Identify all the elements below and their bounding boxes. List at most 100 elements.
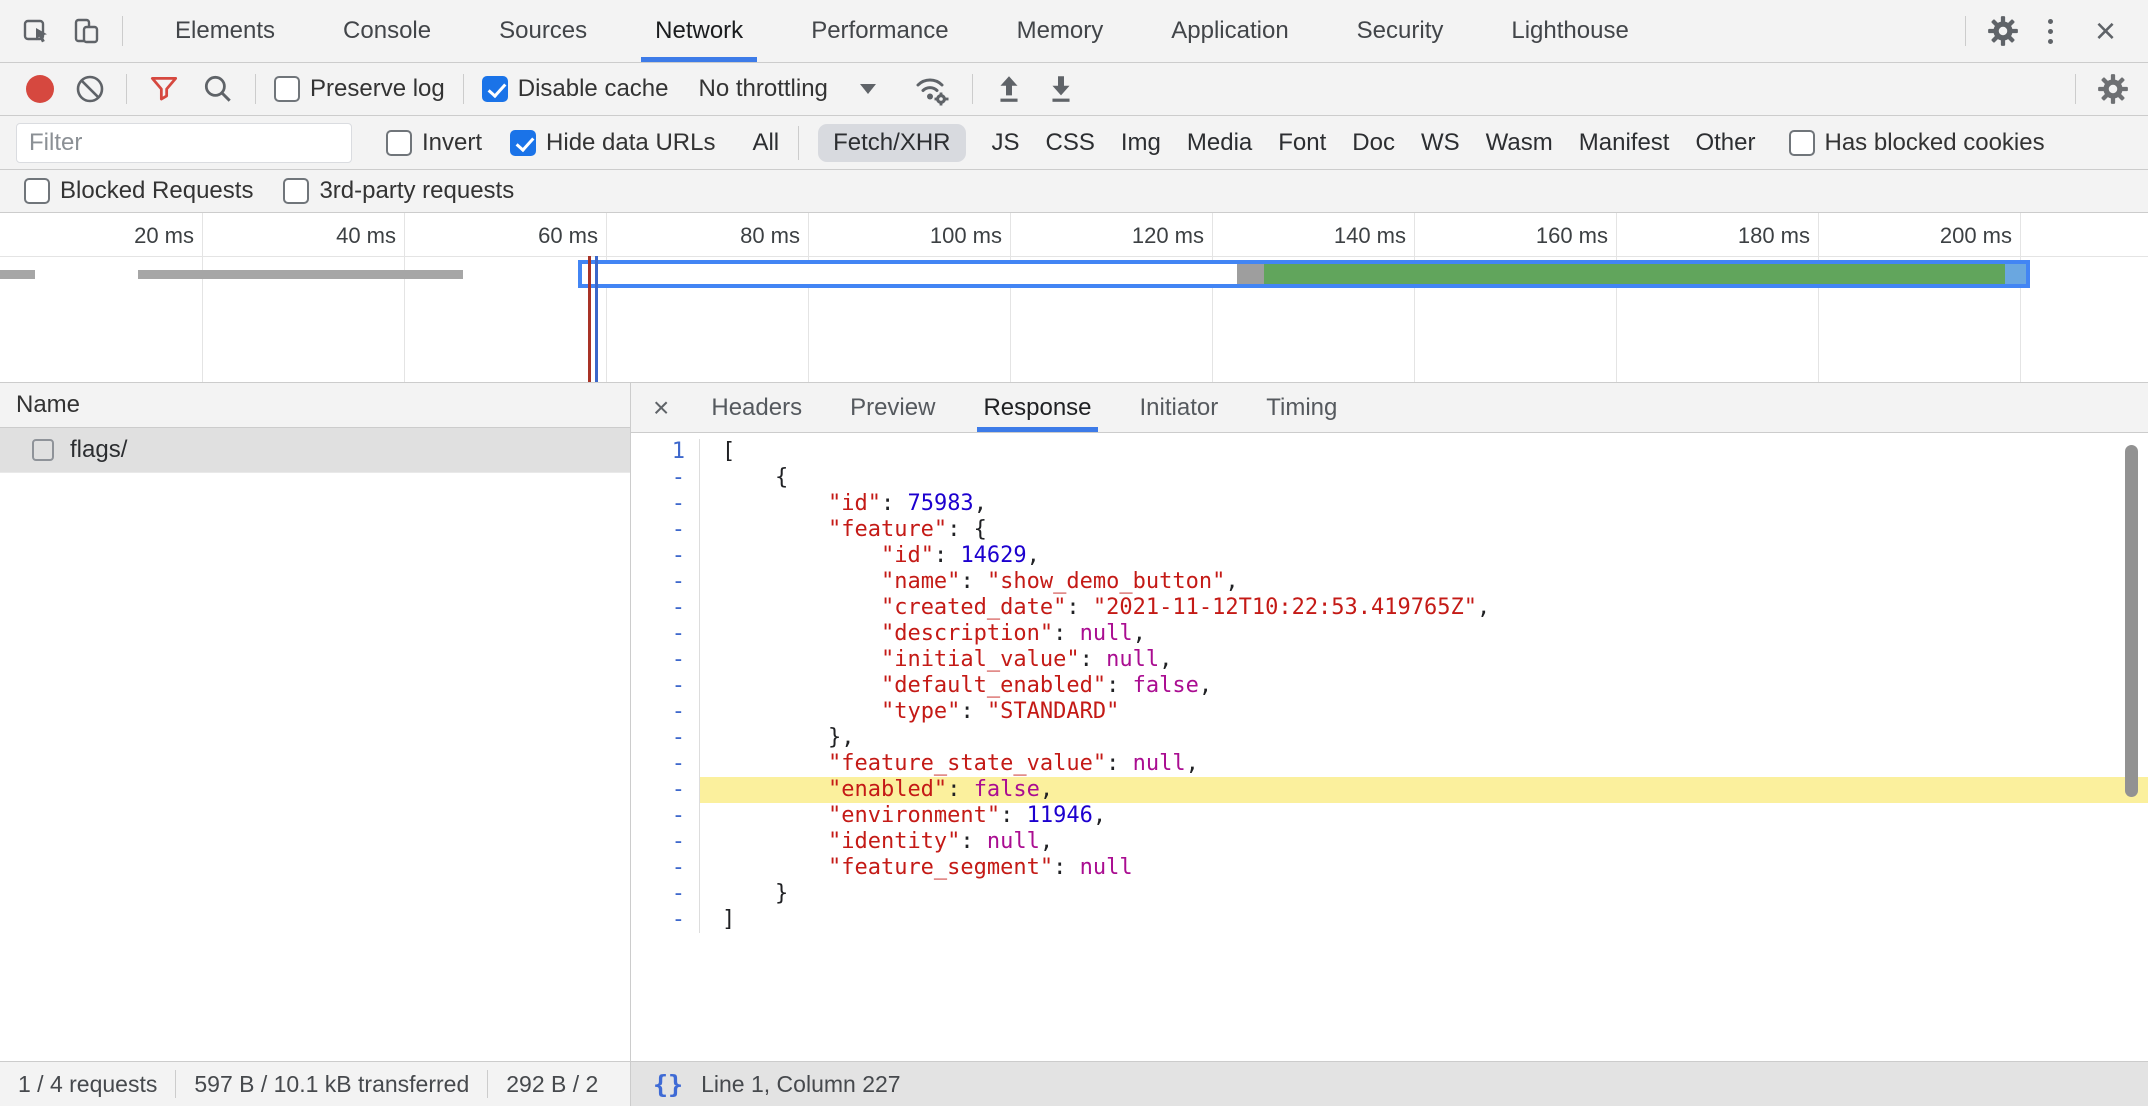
overview-tick-label: 140 ms bbox=[1334, 223, 1406, 249]
search-button[interactable] bbox=[191, 72, 245, 106]
response-code[interactable]: 1[- {- "id": 75983,- "feature": {- "id":… bbox=[631, 433, 2148, 1061]
tab-lighthouse[interactable]: Lighthouse bbox=[1497, 0, 1642, 62]
filter-type-js[interactable]: JS bbox=[992, 129, 1020, 157]
close-details-button[interactable]: × bbox=[635, 394, 687, 422]
export-har-button[interactable] bbox=[1035, 73, 1087, 105]
filter-type-font[interactable]: Font bbox=[1278, 129, 1326, 157]
detail-tab-timing[interactable]: Timing bbox=[1260, 383, 1343, 432]
fold-marker[interactable]: - bbox=[631, 699, 700, 725]
fold-marker[interactable]: - bbox=[631, 673, 700, 699]
detail-tab-response[interactable]: Response bbox=[977, 383, 1097, 432]
device-toolbar-button[interactable] bbox=[62, 16, 112, 46]
tab-security[interactable]: Security bbox=[1343, 0, 1458, 62]
invert-checkbox[interactable] bbox=[386, 130, 412, 156]
tab-application[interactable]: Application bbox=[1157, 0, 1302, 62]
funnel-icon bbox=[147, 72, 181, 106]
tab-performance[interactable]: Performance bbox=[797, 0, 962, 62]
code-line: - "environment": 11946, bbox=[631, 803, 2148, 829]
overview-gridline bbox=[1818, 213, 1819, 382]
tab-console[interactable]: Console bbox=[329, 0, 445, 62]
record-network-log-button[interactable] bbox=[16, 75, 64, 103]
overview-tick-label: 120 ms bbox=[1132, 223, 1204, 249]
divider bbox=[1965, 16, 1966, 46]
network-settings-button[interactable] bbox=[2086, 72, 2148, 106]
code-line: - "identity": null, bbox=[631, 829, 2148, 855]
filter-bar: Invert Hide data URLs AllFetch/XHRJSCSSI… bbox=[0, 116, 2148, 170]
fold-marker[interactable]: - bbox=[631, 569, 700, 595]
fold-marker[interactable]: - bbox=[631, 647, 700, 673]
fold-marker[interactable]: - bbox=[631, 517, 700, 543]
filter-type-other[interactable]: Other bbox=[1695, 129, 1755, 157]
hide-data-urls-label: Hide data URLs bbox=[546, 129, 715, 157]
clear-network-log-button[interactable] bbox=[64, 73, 116, 105]
overview-tick-label: 180 ms bbox=[1738, 223, 1810, 249]
filter-type-doc[interactable]: Doc bbox=[1352, 129, 1395, 157]
filter-type-all[interactable]: All bbox=[752, 129, 779, 157]
request-name: flags/ bbox=[70, 436, 127, 464]
name-column-header[interactable]: Name bbox=[0, 383, 630, 428]
fold-marker[interactable]: - bbox=[631, 881, 700, 907]
filter-type-wasm[interactable]: Wasm bbox=[1486, 129, 1553, 157]
filter-type-img[interactable]: Img bbox=[1121, 129, 1161, 157]
record-icon bbox=[26, 75, 54, 103]
fold-marker[interactable]: - bbox=[631, 803, 700, 829]
import-upload-icon bbox=[993, 73, 1025, 105]
detail-tab-headers[interactable]: Headers bbox=[705, 383, 808, 432]
blocked-requests-checkbox[interactable] bbox=[24, 178, 50, 204]
fold-marker[interactable]: - bbox=[631, 907, 700, 933]
filter-toggle-button[interactable] bbox=[137, 72, 191, 106]
fold-marker[interactable]: - bbox=[631, 855, 700, 881]
fold-marker[interactable]: - bbox=[631, 829, 700, 855]
fold-marker[interactable]: - bbox=[631, 543, 700, 569]
overview-tick-label: 40 ms bbox=[336, 223, 396, 249]
fold-marker[interactable]: - bbox=[631, 751, 700, 777]
code-line: - } bbox=[631, 881, 2148, 907]
disable-cache-checkbox[interactable] bbox=[482, 76, 508, 102]
throttling-select[interactable]: No throttling bbox=[684, 75, 893, 103]
filter-type-manifest[interactable]: Manifest bbox=[1579, 129, 1670, 157]
network-conditions-button[interactable] bbox=[902, 71, 962, 107]
third-party-group: 3rd-party requests bbox=[283, 177, 514, 205]
code-text: "feature_segment": null bbox=[700, 855, 2148, 881]
hide-data-urls-checkbox[interactable] bbox=[510, 130, 536, 156]
fold-marker[interactable]: - bbox=[631, 777, 700, 803]
overview-tick-label: 80 ms bbox=[740, 223, 800, 249]
tab-elements[interactable]: Elements bbox=[161, 0, 289, 62]
code-line: - "enabled": false, bbox=[631, 777, 2148, 803]
filter-input[interactable] bbox=[16, 123, 352, 163]
has-blocked-cookies-group: Has blocked cookies bbox=[1789, 129, 2045, 157]
filter-type-fetch-xhr[interactable]: Fetch/XHR bbox=[818, 124, 965, 162]
has-blocked-cookies-checkbox[interactable] bbox=[1789, 130, 1815, 156]
more-options-button[interactable] bbox=[2030, 19, 2071, 44]
fold-marker[interactable]: - bbox=[631, 725, 700, 751]
line-number[interactable]: 1 bbox=[631, 439, 700, 465]
inspect-element-button[interactable] bbox=[12, 16, 62, 46]
overview[interactable]: 20 ms40 ms60 ms80 ms100 ms120 ms140 ms16… bbox=[0, 213, 2148, 383]
import-har-button[interactable] bbox=[983, 73, 1035, 105]
tab-memory[interactable]: Memory bbox=[1003, 0, 1118, 62]
fold-marker[interactable]: - bbox=[631, 491, 700, 517]
tabbar: Elements Console Sources Network Performance… bbox=[0, 0, 2148, 63]
pretty-print-button[interactable]: {} bbox=[653, 1070, 683, 1099]
preserve-log-checkbox[interactable] bbox=[274, 76, 300, 102]
detail-tab-preview[interactable]: Preview bbox=[844, 383, 941, 432]
fold-marker[interactable]: - bbox=[631, 595, 700, 621]
throttling-value: No throttling bbox=[698, 75, 827, 103]
tab-sources[interactable]: Sources bbox=[485, 0, 601, 62]
request-row[interactable]: flags/ bbox=[0, 428, 630, 473]
settings-button[interactable] bbox=[1976, 14, 2030, 48]
overview-tick-label: 60 ms bbox=[538, 223, 598, 249]
response-scrollbar[interactable] bbox=[2125, 445, 2138, 797]
code-text: "description": null, bbox=[700, 621, 2148, 647]
filter-type-media[interactable]: Media bbox=[1187, 129, 1252, 157]
fold-marker[interactable]: - bbox=[631, 465, 700, 491]
overview-tick-label: 100 ms bbox=[930, 223, 1002, 249]
filter-type-ws[interactable]: WS bbox=[1421, 129, 1460, 157]
load-event-line bbox=[588, 256, 591, 382]
fold-marker[interactable]: - bbox=[631, 621, 700, 647]
filter-type-css[interactable]: CSS bbox=[1046, 129, 1095, 157]
tab-network[interactable]: Network bbox=[641, 0, 757, 62]
third-party-checkbox[interactable] bbox=[283, 178, 309, 204]
detail-tab-initiator[interactable]: Initiator bbox=[1134, 383, 1225, 432]
close-devtools-button[interactable]: × bbox=[2071, 13, 2140, 49]
